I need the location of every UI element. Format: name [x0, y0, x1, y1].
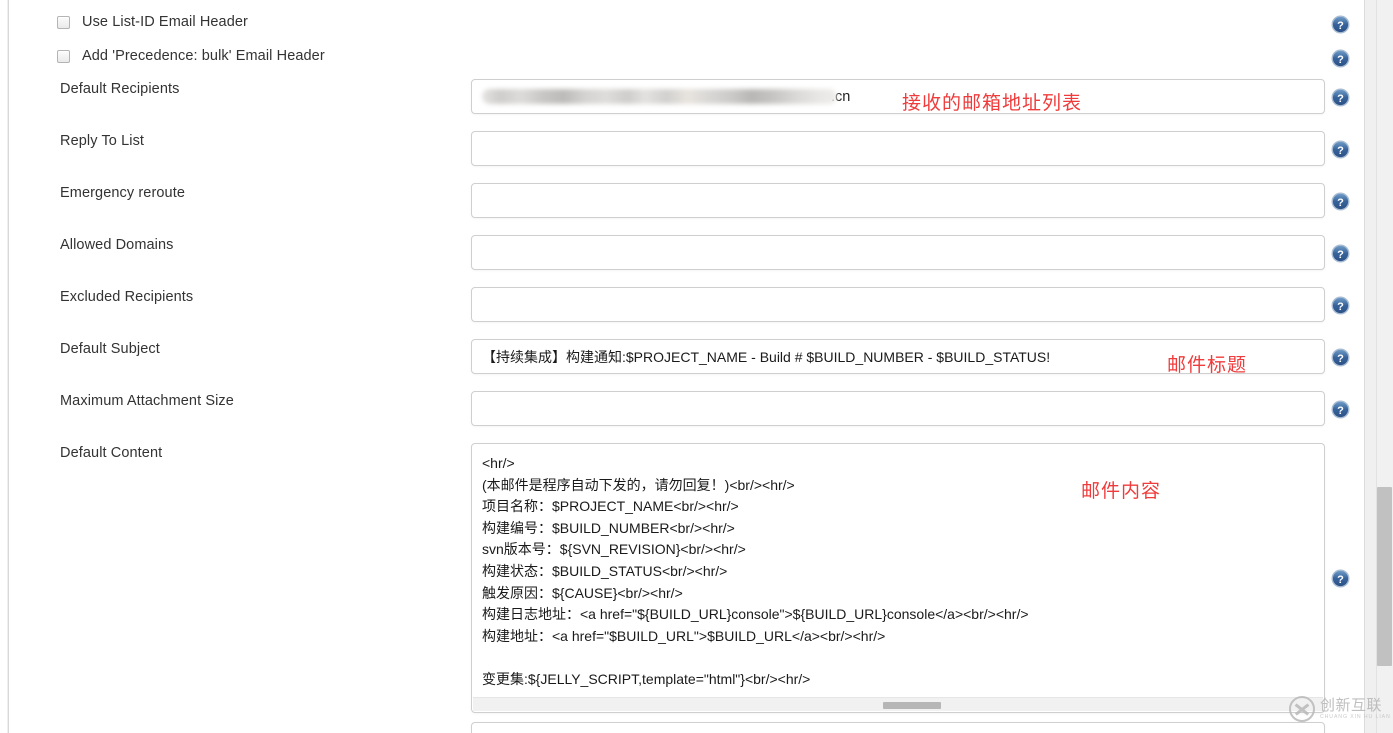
help-question-icon[interactable]: ?	[1331, 569, 1350, 588]
input-next-field-partial[interactable]	[471, 722, 1325, 733]
label-reply-to-list: Reply To List	[60, 133, 145, 149]
input-emergency-reroute[interactable]	[471, 183, 1325, 218]
default-content-text: <hr/> (本邮件是程序自动下发的，请勿回复！)<br/><hr/> 项目名称…	[482, 455, 1029, 687]
input-allowed-domains[interactable]	[471, 235, 1325, 270]
watermark-text: 创新互联 CHUANG XIN HU LIAN	[1320, 695, 1391, 720]
svg-text:?: ?	[1337, 301, 1344, 313]
svg-text:?: ?	[1337, 145, 1344, 157]
svg-text:?: ?	[1337, 249, 1344, 261]
annotation-subject: 邮件标题	[1167, 354, 1248, 376]
checkbox-label-precedence-bulk: Add 'Precedence: bulk' Email Header	[82, 48, 325, 64]
svg-text:?: ?	[1337, 93, 1344, 105]
watermark-logo-icon	[1289, 696, 1315, 722]
textarea-horizontal-scrollbar[interactable]	[473, 697, 1323, 711]
svg-text:?: ?	[1337, 574, 1344, 586]
svg-text:?: ?	[1337, 20, 1344, 32]
watermark-pinyin: CHUANG XIN HU LIAN	[1320, 713, 1391, 720]
input-default-recipients[interactable]: .cn	[471, 79, 1325, 114]
label-excluded-recipients: Excluded Recipients	[60, 289, 194, 305]
redacted-email-value: .cn	[482, 89, 850, 105]
svg-text:?: ?	[1337, 405, 1344, 417]
help-question-icon[interactable]: ?	[1331, 296, 1350, 315]
pane-left-border	[8, 0, 9, 733]
annotation-content: 邮件内容	[1081, 480, 1162, 502]
svg-text:?: ?	[1337, 54, 1344, 66]
checkbox-precedence-bulk[interactable]	[57, 49, 70, 63]
checkbox-row-precedence-bulk[interactable]: Add 'Precedence: bulk' Email Header	[57, 48, 325, 64]
help-question-icon[interactable]: ?	[1331, 192, 1350, 211]
help-question-icon[interactable]: ?	[1331, 88, 1350, 107]
help-question-icon[interactable]: ?	[1331, 15, 1350, 34]
page-scrollbar-inner[interactable]	[1376, 0, 1393, 733]
extended-email-config-page: Use List-ID Email Header Add 'Precedence…	[0, 0, 1393, 733]
textarea-hscroll-thumb[interactable]	[883, 702, 941, 709]
label-default-recipients: Default Recipients	[60, 81, 180, 97]
help-question-icon[interactable]: ?	[1331, 244, 1350, 263]
page-scrollbar-track[interactable]	[1364, 0, 1393, 733]
label-default-subject: Default Subject	[60, 341, 160, 357]
help-question-icon[interactable]: ?	[1331, 400, 1350, 419]
svg-text:?: ?	[1337, 353, 1344, 365]
help-question-icon[interactable]: ?	[1331, 49, 1350, 68]
input-excluded-recipients[interactable]	[471, 287, 1325, 322]
label-emergency-reroute: Emergency reroute	[60, 185, 186, 201]
label-default-content: Default Content	[60, 445, 163, 461]
help-question-icon[interactable]: ?	[1331, 140, 1350, 159]
checkbox-row-use-list-id[interactable]: Use List-ID Email Header	[57, 14, 248, 30]
label-allowed-domains: Allowed Domains	[60, 237, 174, 253]
watermark-cn: 创新互联	[1320, 695, 1383, 714]
help-question-icon[interactable]: ?	[1331, 348, 1350, 367]
checkbox-label-use-list-id: Use List-ID Email Header	[82, 14, 248, 30]
input-maximum-attachment-size[interactable]	[471, 391, 1325, 426]
label-maximum-attachment-size: Maximum Attachment Size	[60, 393, 234, 409]
page-scrollbar-thumb[interactable]	[1377, 487, 1392, 666]
watermark: 创新互联 CHUANG XIN HU LIAN	[1289, 691, 1391, 727]
annotation-recipients: 接收的邮箱地址列表	[902, 92, 1083, 114]
input-reply-to-list[interactable]	[471, 131, 1325, 166]
checkbox-use-list-id[interactable]	[57, 15, 70, 29]
textarea-default-content[interactable]: <hr/> (本邮件是程序自动下发的，请勿回复！)<br/><hr/> 项目名称…	[471, 443, 1325, 713]
redaction-blur	[482, 89, 837, 104]
svg-text:?: ?	[1337, 197, 1344, 209]
